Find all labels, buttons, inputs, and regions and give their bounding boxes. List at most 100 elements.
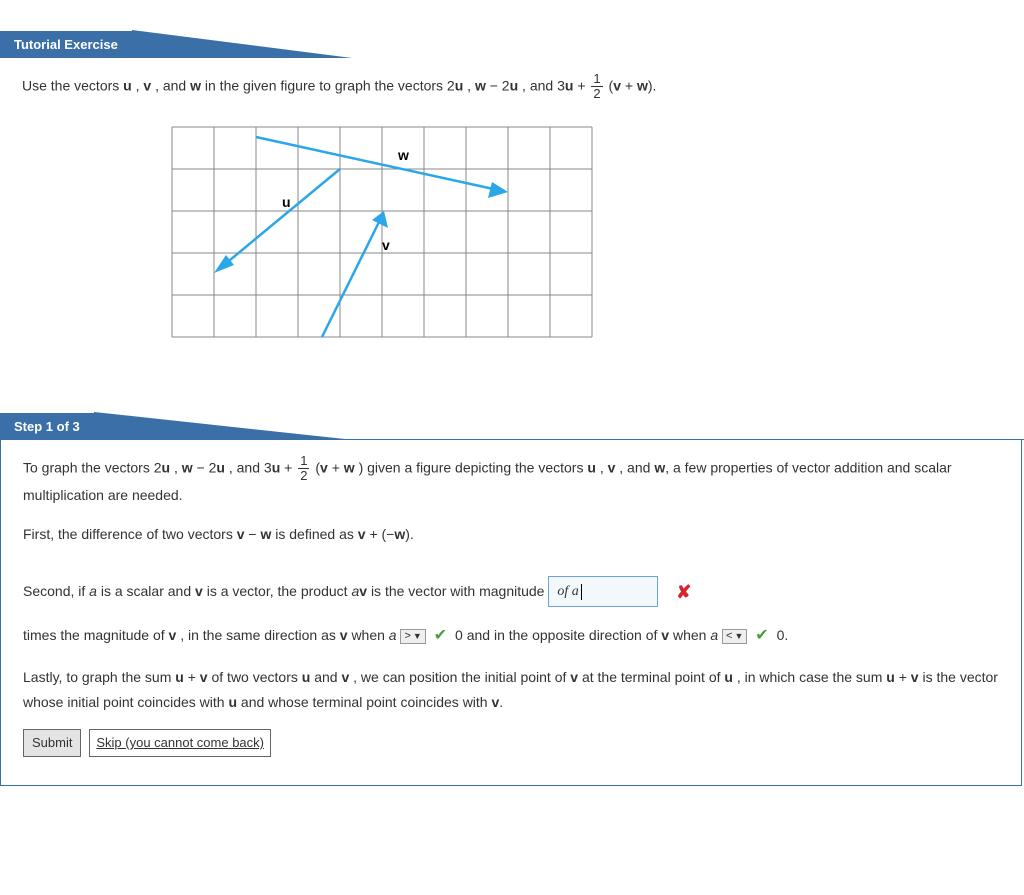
scalar-a: a (389, 627, 397, 643)
vec-u: u (587, 459, 596, 475)
text: when (351, 627, 388, 643)
vec-v: v (911, 669, 919, 685)
text: is a vector, the product (207, 582, 352, 598)
text: , in the same direction as (180, 627, 340, 643)
vec-u: u (216, 459, 225, 475)
text: To graph the vectors 2 (23, 459, 162, 475)
exercise-prompt: Use the vectors u , v , and w in the giv… (22, 72, 1002, 102)
vec-u: u (302, 669, 311, 685)
prompt-text: + (625, 78, 637, 94)
vec-v: v (195, 582, 203, 598)
vec-u: u (565, 78, 574, 94)
vec-u: u (886, 669, 895, 685)
step-paragraph-2: First, the difference of two vectors v −… (23, 522, 999, 547)
vec-u: u (724, 669, 733, 685)
step-tab-label: Step 1 of 3 (0, 413, 94, 440)
vec-u: u (123, 78, 132, 94)
text: , we can position the initial point of (353, 669, 570, 685)
skip-link[interactable]: Skip (you cannot come back) (89, 729, 271, 756)
vec-v: v (143, 78, 151, 94)
text: + (188, 669, 200, 685)
text: and (314, 669, 341, 685)
text: 0 and in the opposite direction of (455, 627, 661, 643)
select-value: < (726, 630, 732, 642)
vec-u: u (272, 459, 281, 475)
answer-text: of a (557, 584, 578, 599)
frac-num: 1 (591, 72, 602, 87)
exercise-tab-label: Tutorial Exercise (0, 31, 132, 58)
vec-w: w (394, 526, 405, 542)
vec-w: w (654, 459, 665, 475)
vec-v: v (340, 627, 348, 643)
text: at the terminal point of (582, 669, 724, 685)
frac-den: 2 (591, 87, 602, 101)
text: , and 3 (229, 459, 272, 475)
correct-icon: ✔ (434, 627, 447, 644)
submit-button[interactable]: Submit (23, 729, 81, 756)
vec-u: u (510, 78, 519, 94)
correct-icon: ✔ (755, 627, 768, 644)
vec-u: u (455, 78, 464, 94)
exercise-tab-header: Tutorial Exercise (0, 30, 1024, 58)
scalar-a: a (89, 582, 97, 598)
text: + (899, 669, 911, 685)
text: of two vectors (211, 669, 301, 685)
figure-label-w: w (397, 147, 409, 163)
text: times the magnitude of (23, 627, 169, 643)
text: ) given a figure depicting the vectors (359, 459, 588, 475)
vec-w: w (637, 78, 648, 94)
text: and whose terminal point coincides with (241, 694, 492, 710)
text: when (673, 627, 710, 643)
text: − 2 (197, 459, 217, 475)
vec-v: v (237, 526, 245, 542)
prompt-text: , and 3 (522, 78, 565, 94)
text: Lastly, to graph the sum (23, 669, 175, 685)
vec-u: u (228, 694, 237, 710)
text: + (− (369, 526, 394, 542)
step-body: To graph the vectors 2u , w − 2u , and 3… (0, 440, 1022, 786)
magnitude-answer-input[interactable]: of a (548, 576, 658, 607)
text-cursor (581, 584, 582, 600)
chevron-down-icon: ▼ (413, 631, 422, 641)
vec-v: v (320, 459, 328, 475)
direction-select-1[interactable]: >▼ (400, 629, 425, 644)
figure-label-v: v (382, 237, 390, 253)
step-paragraph-1: To graph the vectors 2u , w − 2u , and 3… (23, 454, 999, 509)
incorrect-icon: ✘ (676, 582, 691, 602)
direction-select-2[interactable]: <▼ (722, 629, 747, 644)
prompt-text: Use the vectors (22, 78, 123, 94)
text: , in which case the sum (737, 669, 886, 685)
text: is the vector with magnitude (371, 582, 545, 598)
vec-v: v (169, 627, 177, 643)
prompt-text: + (577, 78, 589, 94)
fraction: 1 2 (298, 454, 309, 484)
text: , and (619, 459, 654, 475)
vec-v: v (608, 459, 616, 475)
prompt-text: , (467, 78, 475, 94)
text: , (174, 459, 182, 475)
select-value: > (404, 630, 410, 642)
step-paragraph-3: Second, if a is a scalar and v is a vect… (23, 576, 999, 608)
text: − (248, 526, 260, 542)
vec-w: w (260, 526, 271, 542)
figure-label-u: u (282, 194, 291, 210)
vec-v: v (358, 526, 366, 542)
prompt-text: − 2 (490, 78, 510, 94)
vec-u: u (175, 669, 184, 685)
vec-v: v (661, 627, 669, 643)
step-paragraph-5: Lastly, to graph the sum u + v of two ve… (23, 665, 999, 715)
vec-v: v (341, 669, 349, 685)
vec-v: v (613, 78, 621, 94)
step-tab-header: Step 1 of 3 (0, 412, 1024, 440)
text: 0. (777, 627, 789, 643)
text: is a scalar and (101, 582, 195, 598)
text: ). (405, 526, 414, 542)
text: + (332, 459, 344, 475)
prompt-text: ). (648, 78, 657, 94)
vec-v: v (359, 582, 367, 598)
prompt-text: , and (155, 78, 190, 94)
fraction: 1 2 (591, 72, 602, 102)
vec-v: v (570, 669, 578, 685)
vec-w: w (475, 78, 486, 94)
chevron-down-icon: ▼ (734, 631, 743, 641)
